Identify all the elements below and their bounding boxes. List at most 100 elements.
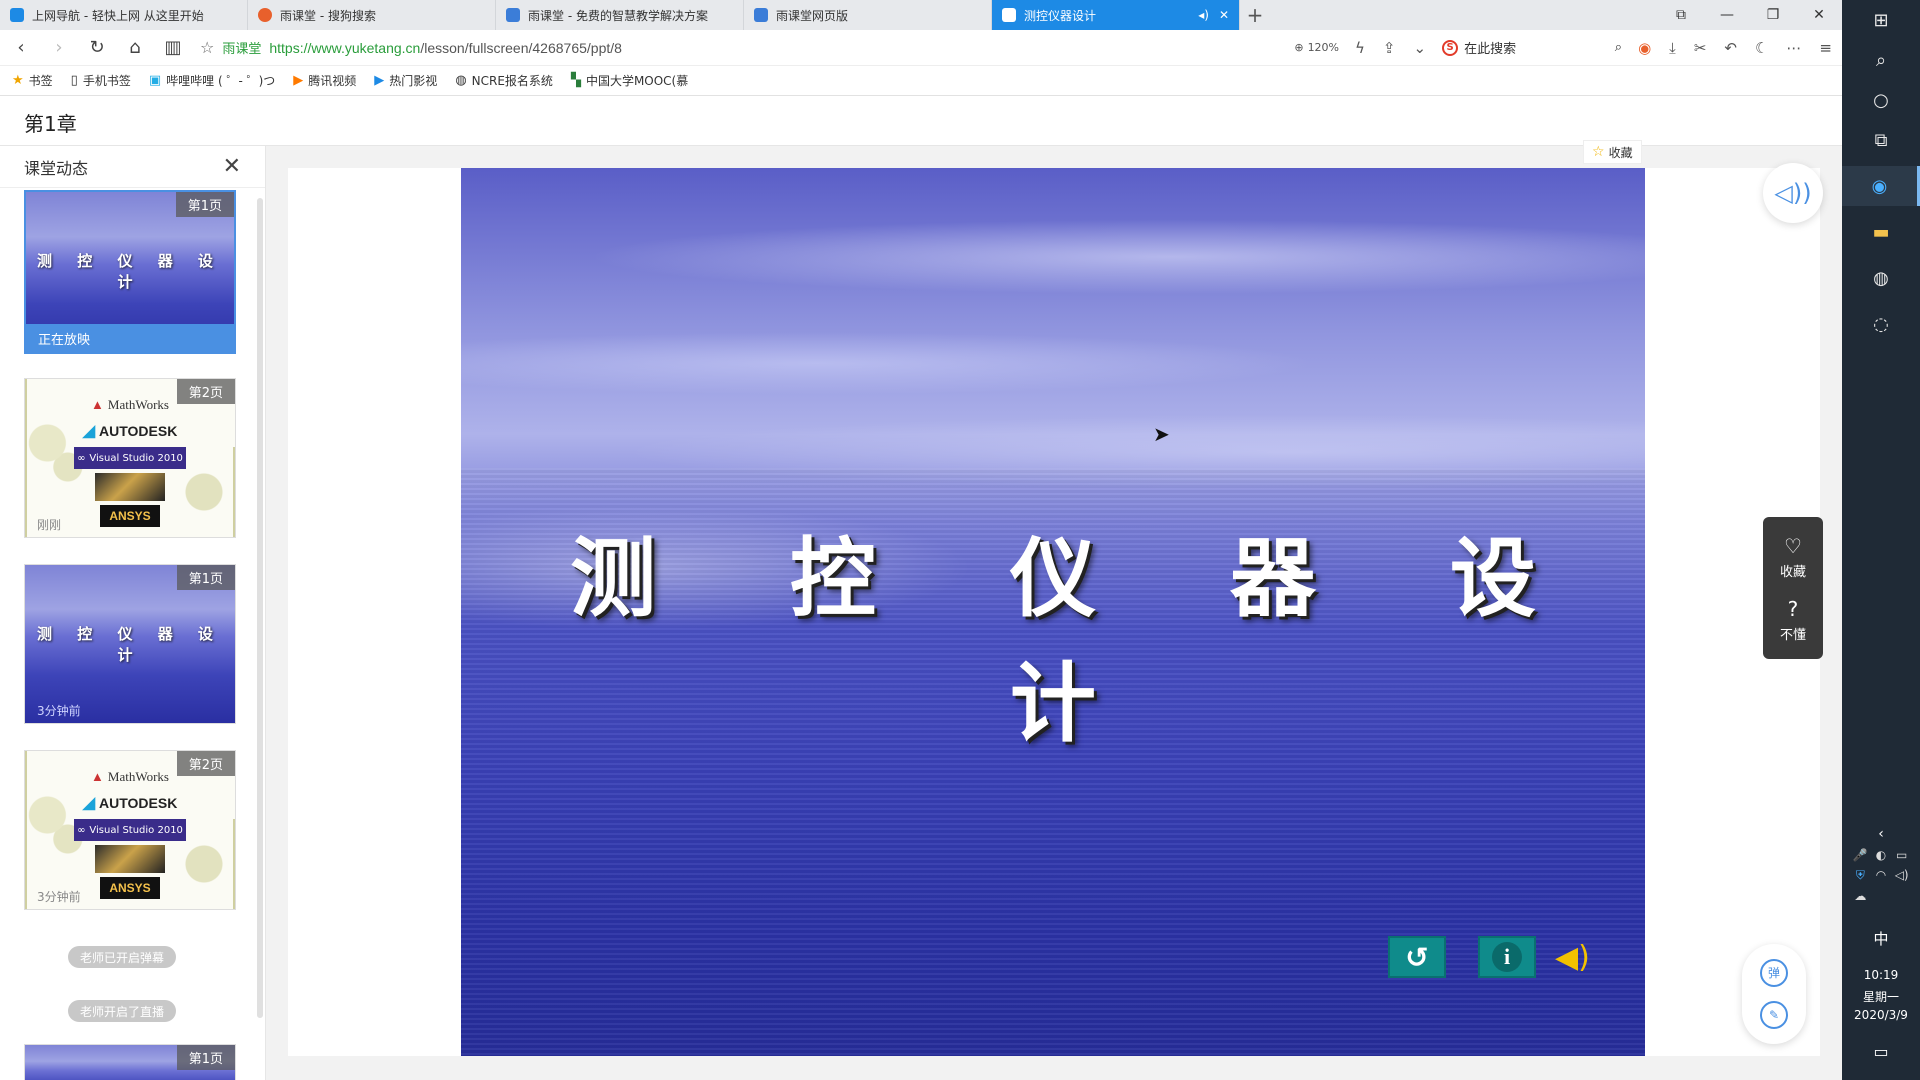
bookmark-item[interactable]: ★ 书签 [12, 72, 53, 89]
bookmark-star-icon[interactable]: ☆ [200, 38, 214, 57]
bookmark-item[interactable]: ▶ 腾讯视频 [293, 72, 356, 89]
timestamp: 3分钟前 [37, 704, 81, 718]
slide-thumbnail[interactable]: 第1页 [24, 1044, 236, 1080]
page-header: 第1章 [0, 96, 1842, 146]
reload-icon[interactable]: ↻ [86, 37, 108, 58]
shield-icon[interactable]: ⛨ [1850, 868, 1871, 883]
scissors-icon[interactable]: ✂ [1694, 39, 1707, 57]
windows-taskbar: ⊞ ⌕ ○ ⧉ ◉ ▬ ◍ ◌ ‹ 🎤 ◐ ▭ ⛨ ◠ ◁) ☁ 中 10:19… [1842, 0, 1920, 1080]
sogou-icon [258, 8, 272, 22]
slide-thumbnail[interactable]: ▲ MathWorks ◢ AUTODESK ∞ Visual Studio 2010… [24, 750, 236, 910]
url-host: www.yuketang.cn [311, 39, 421, 56]
tray-expand-icon[interactable]: ‹ [1842, 826, 1920, 842]
menu-icon[interactable]: ≡ [1819, 39, 1832, 57]
dont-understand-button[interactable]: ? 不懂 [1780, 597, 1806, 643]
collect-label: 收藏 [1608, 145, 1633, 160]
comment-icon[interactable]: ✎ [1760, 1001, 1788, 1030]
app-icon[interactable]: ◌ [1842, 304, 1920, 344]
ime-indicator[interactable]: 中 [1842, 928, 1920, 949]
bookmark-label: NCRE报名系统 [471, 74, 553, 88]
notification-icon[interactable]: ▭ [1842, 1042, 1920, 1061]
cortana-icon[interactable]: ○ [1842, 80, 1920, 120]
clock-weekday[interactable]: 星期一 [1842, 988, 1920, 1005]
collect-slide-button[interactable]: ♡ 收藏 [1780, 534, 1806, 580]
url-path: /lesson/fullscreen/4268765/ppt/8 [420, 39, 622, 56]
nav-bar: ‹ › ↻ ⌂ ▥ ☆ 雨课堂 https://www.yuketang.cn/… [0, 30, 1842, 66]
search-icon[interactable]: ⌕ [1842, 40, 1920, 80]
ansys-logo: ANSYS [100, 505, 160, 527]
collect-button[interactable]: ☆ 收藏 [1583, 140, 1642, 164]
lightning-icon[interactable]: ϟ [1355, 39, 1365, 57]
window-controls: ⧉ — ❐ ✕ [1658, 0, 1842, 30]
tab-sogou-search[interactable]: 雨课堂 - 搜狗搜索 [248, 0, 496, 30]
bookmark-item[interactable]: ▯ 手机书签 [71, 72, 131, 89]
bookmark-item[interactable]: ◍ NCRE报名系统 [455, 72, 553, 89]
browser-taskbar-icon[interactable]: ◉ [1842, 166, 1920, 206]
address-bar[interactable]: ☆ 雨课堂 https://www.yuketang.cn/lesson/ful… [200, 34, 1278, 62]
undo-icon[interactable]: ↶ [1724, 39, 1737, 57]
tab-nav-home[interactable]: 上网导航 - 轻快上网 从这里开始 [0, 0, 248, 30]
tab-lesson-active[interactable]: 测控仪器设计 ◂) ✕ [992, 0, 1240, 30]
bookmark-label: 书签 [28, 74, 53, 88]
slide-return-button[interactable]: ↺ [1388, 936, 1446, 978]
bookmark-item[interactable]: ▶ 热门影视 [374, 72, 437, 89]
autodesk-logo: ◢ AUTODESK [82, 795, 178, 812]
slide-thumbnail[interactable]: 测 控 仪 器 设 计 第1页 3分钟前 [24, 564, 236, 724]
danmaku-button[interactable]: 弹 [1760, 958, 1788, 987]
qq-icon[interactable]: ◐ [1871, 848, 1892, 862]
close-window-button[interactable]: ✕ [1796, 0, 1842, 30]
new-tab-button[interactable]: + [1240, 0, 1270, 30]
minimize-button[interactable]: — [1704, 0, 1750, 30]
zoom-level: 120% [1307, 41, 1340, 54]
zoom-indicator[interactable]: ⊕ 120% [1294, 41, 1339, 54]
search-icon[interactable]: ⌕ [1615, 40, 1622, 55]
windows-start-icon[interactable]: ⊞ [1842, 0, 1920, 40]
cloud-icon[interactable]: ☁ [1850, 889, 1871, 903]
bookmark-item[interactable]: ▣ 哔哩哔哩 ( ゜- ゜)つ [149, 72, 275, 89]
autodesk-logo: ◢ AUTODESK [82, 423, 178, 440]
microphone-icon[interactable]: 🎤 [1850, 848, 1871, 862]
search-box[interactable]: S 在此搜索 ⌕ [1442, 38, 1622, 57]
tab-mute-icon[interactable]: ◂) [1198, 8, 1209, 22]
event-danmaku-enabled: 老师已开启弹幕 [68, 946, 177, 968]
maximize-button[interactable]: ❐ [1750, 0, 1796, 30]
back-icon[interactable]: ‹ [10, 37, 32, 58]
sidebar-scrollbar[interactable] [257, 198, 263, 1018]
download-icon[interactable]: ⤓ [1669, 39, 1676, 57]
timestamp: 3分钟前 [37, 890, 81, 904]
reader-icon[interactable]: ▥ [162, 37, 184, 58]
forward-icon[interactable]: › [48, 37, 70, 58]
avatar-app-icon[interactable]: ◍ [1842, 258, 1920, 298]
chevron-down-icon[interactable]: ⌄ [1414, 39, 1427, 57]
clock-date[interactable]: 2020/3/9 [1842, 1008, 1920, 1022]
close-icon[interactable]: ✕ [223, 154, 241, 179]
task-view-icon[interactable]: ⧉ [1842, 120, 1920, 160]
yuketang-icon [1002, 8, 1016, 22]
bookmark-item[interactable]: ▚ 中国大学MOOC(慕 [571, 72, 688, 89]
page-badge: 第1页 [175, 192, 234, 217]
audio-toggle-button[interactable]: ◁)) [1763, 163, 1823, 223]
url-text[interactable]: https://www.yuketang.cn/lesson/fullscree… [269, 40, 622, 56]
tab-yuketang-home[interactable]: 雨课堂 - 免费的智慧教学解决方案 [496, 0, 744, 30]
file-explorer-icon[interactable]: ▬ [1842, 212, 1920, 252]
tab-close-icon[interactable]: ✕ [1219, 8, 1229, 22]
more-icon[interactable]: ⋯ [1786, 39, 1801, 57]
collect-label: 收藏 [1779, 564, 1806, 580]
volume-icon[interactable]: ◁) [1891, 868, 1912, 883]
speaker-icon[interactable]: ◀) [1555, 940, 1590, 975]
wifi-icon[interactable]: ◠ [1871, 868, 1892, 883]
page-badge: 第1页 [176, 1045, 235, 1070]
game-icon[interactable]: ◉ [1638, 39, 1651, 57]
night-mode-icon[interactable]: ☾ [1755, 39, 1768, 57]
bookmarks-bar: ★ 书签 ▯ 手机书签 ▣ 哔哩哔哩 ( ゜- ゜)つ ▶ 腾讯视频 ▶ 热门影视 ◍ NC… [0, 66, 1842, 96]
share-icon[interactable]: ⇪ [1383, 39, 1396, 57]
battery-icon[interactable]: ▭ [1891, 848, 1912, 862]
slide-thumbnail[interactable]: 测 控 仪 器 设 计 第1页 正在放映 [24, 190, 236, 354]
slide-info-button[interactable]: i [1478, 936, 1536, 978]
clock-time[interactable]: 10:19 [1842, 968, 1920, 982]
home-icon[interactable]: ⌂ [124, 37, 146, 58]
restore-tabs-icon[interactable]: ⧉ [1658, 0, 1704, 30]
slide-thumbnail[interactable]: ▲ MathWorks ◢ AUTODESK ∞ Visual Studio 2010… [24, 378, 236, 538]
now-playing-label: 正在放映 [26, 324, 234, 352]
tab-yuketang-web[interactable]: 雨课堂网页版 [744, 0, 992, 30]
